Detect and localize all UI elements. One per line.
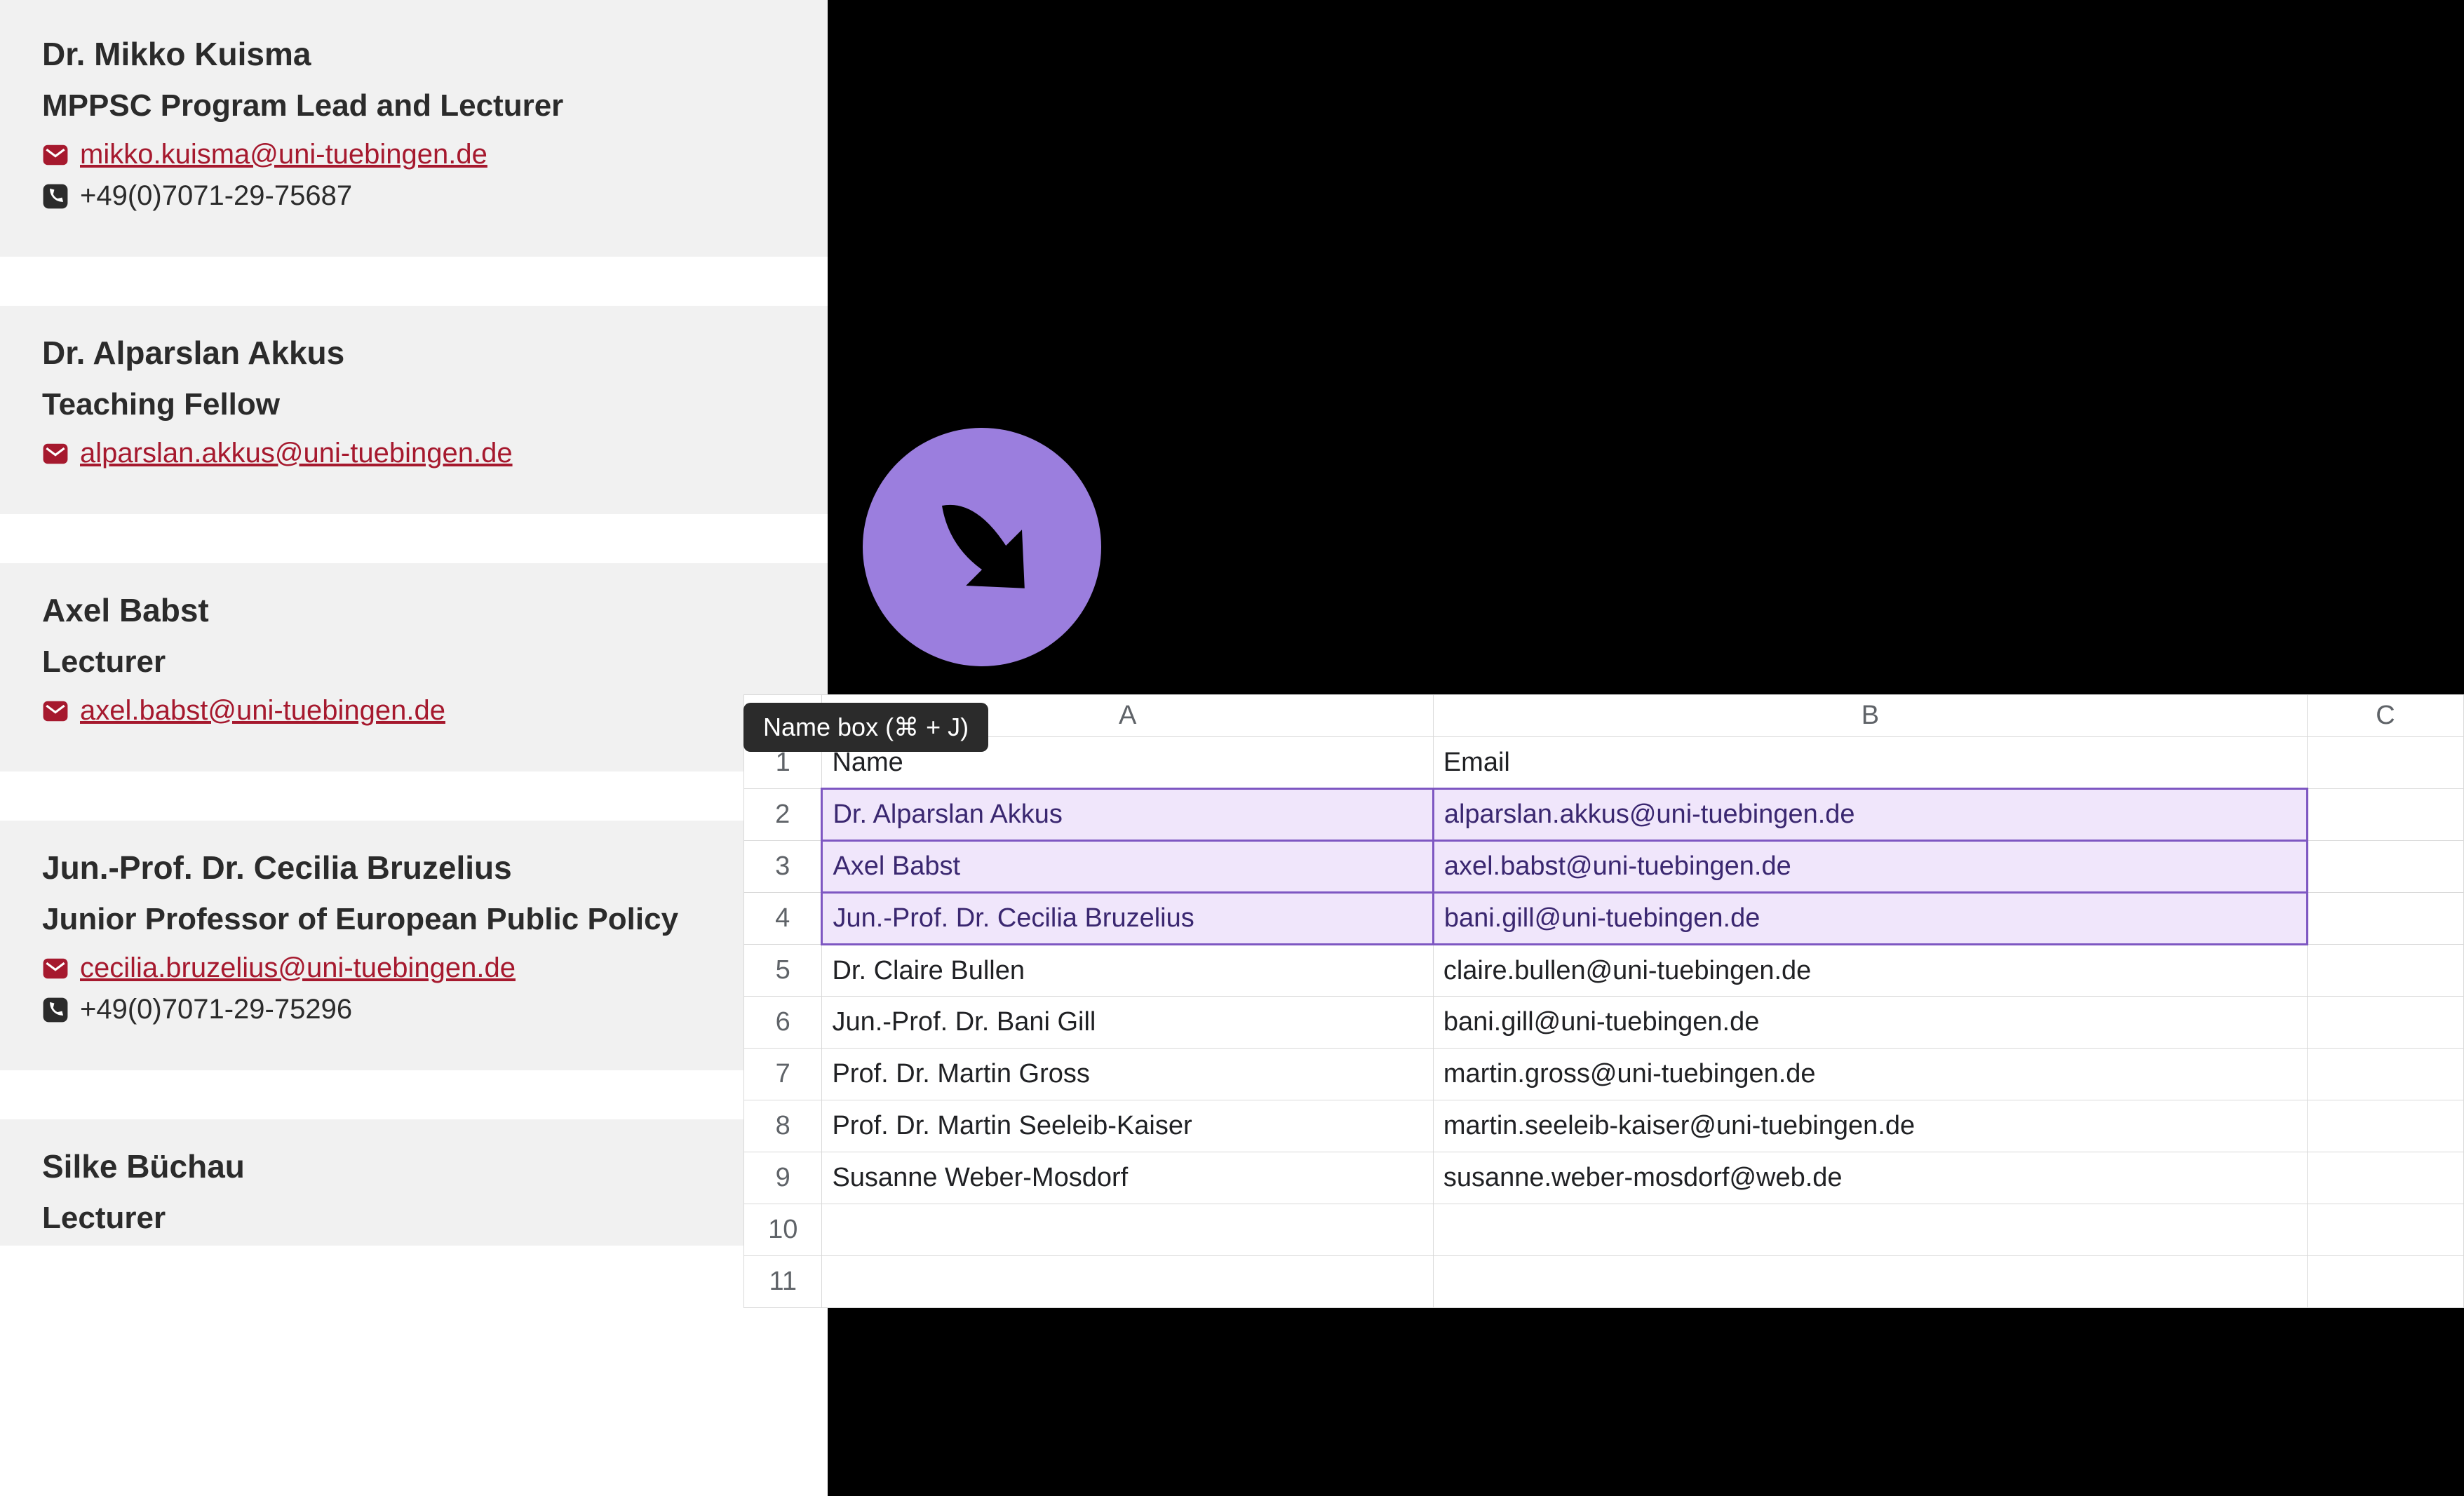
cell-A6[interactable]: Jun.-Prof. Dr. Bani Gill	[822, 997, 1433, 1049]
row-header[interactable]: 3	[744, 841, 822, 893]
name-box-tooltip: Name box (⌘ + J)	[743, 703, 988, 752]
sheet-row: 5Dr. Claire Bullenclaire.bullen@uni-tueb…	[744, 945, 2464, 997]
phone-icon	[42, 183, 69, 210]
staff-email-link[interactable]: cecilia.bruzelius@uni-tuebingen.de	[80, 952, 516, 984]
cell-C5[interactable]	[2308, 945, 2464, 997]
staff-card: Jun.-Prof. Dr. Cecilia Bruzelius Junior …	[0, 821, 828, 1070]
cell-C11[interactable]	[2308, 1256, 2464, 1308]
sheet-row: 10	[744, 1204, 2464, 1256]
arrow-badge	[863, 428, 1101, 666]
sheet-row: 4Jun.-Prof. Dr. Cecilia Bruzeliusbani.gi…	[744, 893, 2464, 945]
row-header[interactable]: 4	[744, 893, 822, 945]
cell-C1[interactable]	[2308, 737, 2464, 789]
staff-card: Axel Babst Lecturer axel.babst@uni-tuebi…	[0, 563, 828, 771]
staff-email-link[interactable]: alparslan.akkus@uni-tuebingen.de	[80, 438, 513, 469]
staff-email-row: alparslan.akkus@uni-tuebingen.de	[42, 438, 786, 469]
cell-B8[interactable]: martin.seeleib-kaiser@uni-tuebingen.de	[1433, 1100, 2307, 1152]
cell-A7[interactable]: Prof. Dr. Martin Gross	[822, 1049, 1433, 1100]
staff-title: Lecturer	[42, 645, 786, 680]
sheet-row: 11	[744, 1256, 2464, 1308]
row-header[interactable]: 10	[744, 1204, 822, 1256]
cell-C3[interactable]	[2308, 841, 2464, 893]
staff-name: Jun.-Prof. Dr. Cecilia Bruzelius	[42, 849, 786, 887]
cell-B3[interactable]: axel.babst@uni-tuebingen.de	[1433, 841, 2307, 893]
row-header[interactable]: 2	[744, 789, 822, 841]
row-header[interactable]: 5	[744, 945, 822, 997]
staff-card: Dr. Alparslan Akkus Teaching Fellow alpa…	[0, 306, 828, 514]
staff-title: Lecturer	[42, 1201, 786, 1236]
cell-C8[interactable]	[2308, 1100, 2464, 1152]
staff-email-row: cecilia.bruzelius@uni-tuebingen.de	[42, 952, 786, 984]
mail-icon	[42, 440, 69, 467]
staff-card: Dr. Mikko Kuisma MPPSC Program Lead and …	[0, 0, 828, 257]
cell-B10[interactable]	[1433, 1204, 2307, 1256]
cell-B1[interactable]: Email	[1433, 737, 2307, 789]
staff-email-row: axel.babst@uni-tuebingen.de	[42, 695, 786, 727]
staff-email-row: mikko.kuisma@uni-tuebingen.de	[42, 139, 786, 170]
staff-list-panel: Dr. Mikko Kuisma MPPSC Program Lead and …	[0, 0, 828, 1496]
cell-B5[interactable]: claire.bullen@uni-tuebingen.de	[1433, 945, 2307, 997]
cell-A10[interactable]	[822, 1204, 1433, 1256]
staff-name: Silke Büchau	[42, 1147, 786, 1185]
staff-card: Silke Büchau Lecturer	[0, 1119, 828, 1246]
cell-C2[interactable]	[2308, 789, 2464, 841]
cell-C10[interactable]	[2308, 1204, 2464, 1256]
cell-C4[interactable]	[2308, 893, 2464, 945]
cell-B11[interactable]	[1433, 1256, 2307, 1308]
cell-B9[interactable]: susanne.weber-mosdorf@web.de	[1433, 1152, 2307, 1204]
cell-A5[interactable]: Dr. Claire Bullen	[822, 945, 1433, 997]
column-header-B[interactable]: B	[1433, 695, 2307, 737]
sheet-row: 7Prof. Dr. Martin Grossmartin.gross@uni-…	[744, 1049, 2464, 1100]
cell-A2[interactable]: Dr. Alparslan Akkus	[822, 789, 1433, 841]
staff-phone-row: +49(0)7071-29-75296	[42, 994, 786, 1025]
staff-email-link[interactable]: mikko.kuisma@uni-tuebingen.de	[80, 139, 487, 170]
cell-B6[interactable]: bani.gill@uni-tuebingen.de	[1433, 997, 2307, 1049]
sheet-row: 2Dr. Alparslan Akkusalparslan.akkus@uni-…	[744, 789, 2464, 841]
staff-phone-row: +49(0)7071-29-75687	[42, 180, 786, 212]
mail-icon	[42, 955, 69, 982]
cell-A11[interactable]	[822, 1256, 1433, 1308]
arrow-down-right-icon	[915, 479, 1049, 616]
sheet-row: 1 Name Email	[744, 737, 2464, 789]
staff-phone: +49(0)7071-29-75687	[80, 180, 352, 212]
staff-phone: +49(0)7071-29-75296	[80, 994, 352, 1025]
cell-B2[interactable]: alparslan.akkus@uni-tuebingen.de	[1433, 789, 2307, 841]
staff-name: Dr. Mikko Kuisma	[42, 35, 786, 73]
spreadsheet[interactable]: A B C 1 Name Email 2Dr. Alparslan Akkusa…	[743, 694, 2464, 1308]
cell-A3[interactable]: Axel Babst	[822, 841, 1433, 893]
column-header-C[interactable]: C	[2308, 695, 2464, 737]
cell-C6[interactable]	[2308, 997, 2464, 1049]
cell-A4[interactable]: Jun.-Prof. Dr. Cecilia Bruzelius	[822, 893, 1433, 945]
sheet-row: 9Susanne Weber-Mosdorfsusanne.weber-mosd…	[744, 1152, 2464, 1204]
sheet-row: 6Jun.-Prof. Dr. Bani Gillbani.gill@uni-t…	[744, 997, 2464, 1049]
cell-A9[interactable]: Susanne Weber-Mosdorf	[822, 1152, 1433, 1204]
sheet-grid[interactable]: A B C 1 Name Email 2Dr. Alparslan Akkusa…	[743, 694, 2464, 1308]
staff-title: MPPSC Program Lead and Lecturer	[42, 88, 786, 123]
staff-name: Axel Babst	[42, 591, 786, 629]
mail-icon	[42, 698, 69, 725]
cell-B4[interactable]: bani.gill@uni-tuebingen.de	[1433, 893, 2307, 945]
mail-icon	[42, 142, 69, 168]
row-header[interactable]: 6	[744, 997, 822, 1049]
staff-title: Teaching Fellow	[42, 387, 786, 422]
cell-A8[interactable]: Prof. Dr. Martin Seeleib-Kaiser	[822, 1100, 1433, 1152]
column-header-row: A B C	[744, 695, 2464, 737]
row-header[interactable]: 8	[744, 1100, 822, 1152]
row-header[interactable]: 7	[744, 1049, 822, 1100]
cell-C9[interactable]	[2308, 1152, 2464, 1204]
row-header[interactable]: 9	[744, 1152, 822, 1204]
staff-name: Dr. Alparslan Akkus	[42, 334, 786, 372]
sheet-row: 3Axel Babstaxel.babst@uni-tuebingen.de	[744, 841, 2464, 893]
sheet-row: 8Prof. Dr. Martin Seeleib-Kaisermartin.s…	[744, 1100, 2464, 1152]
cell-C7[interactable]	[2308, 1049, 2464, 1100]
staff-title: Junior Professor of European Public Poli…	[42, 902, 786, 937]
row-header[interactable]: 11	[744, 1256, 822, 1308]
phone-icon	[42, 997, 69, 1023]
cell-B7[interactable]: martin.gross@uni-tuebingen.de	[1433, 1049, 2307, 1100]
staff-email-link[interactable]: axel.babst@uni-tuebingen.de	[80, 695, 445, 727]
